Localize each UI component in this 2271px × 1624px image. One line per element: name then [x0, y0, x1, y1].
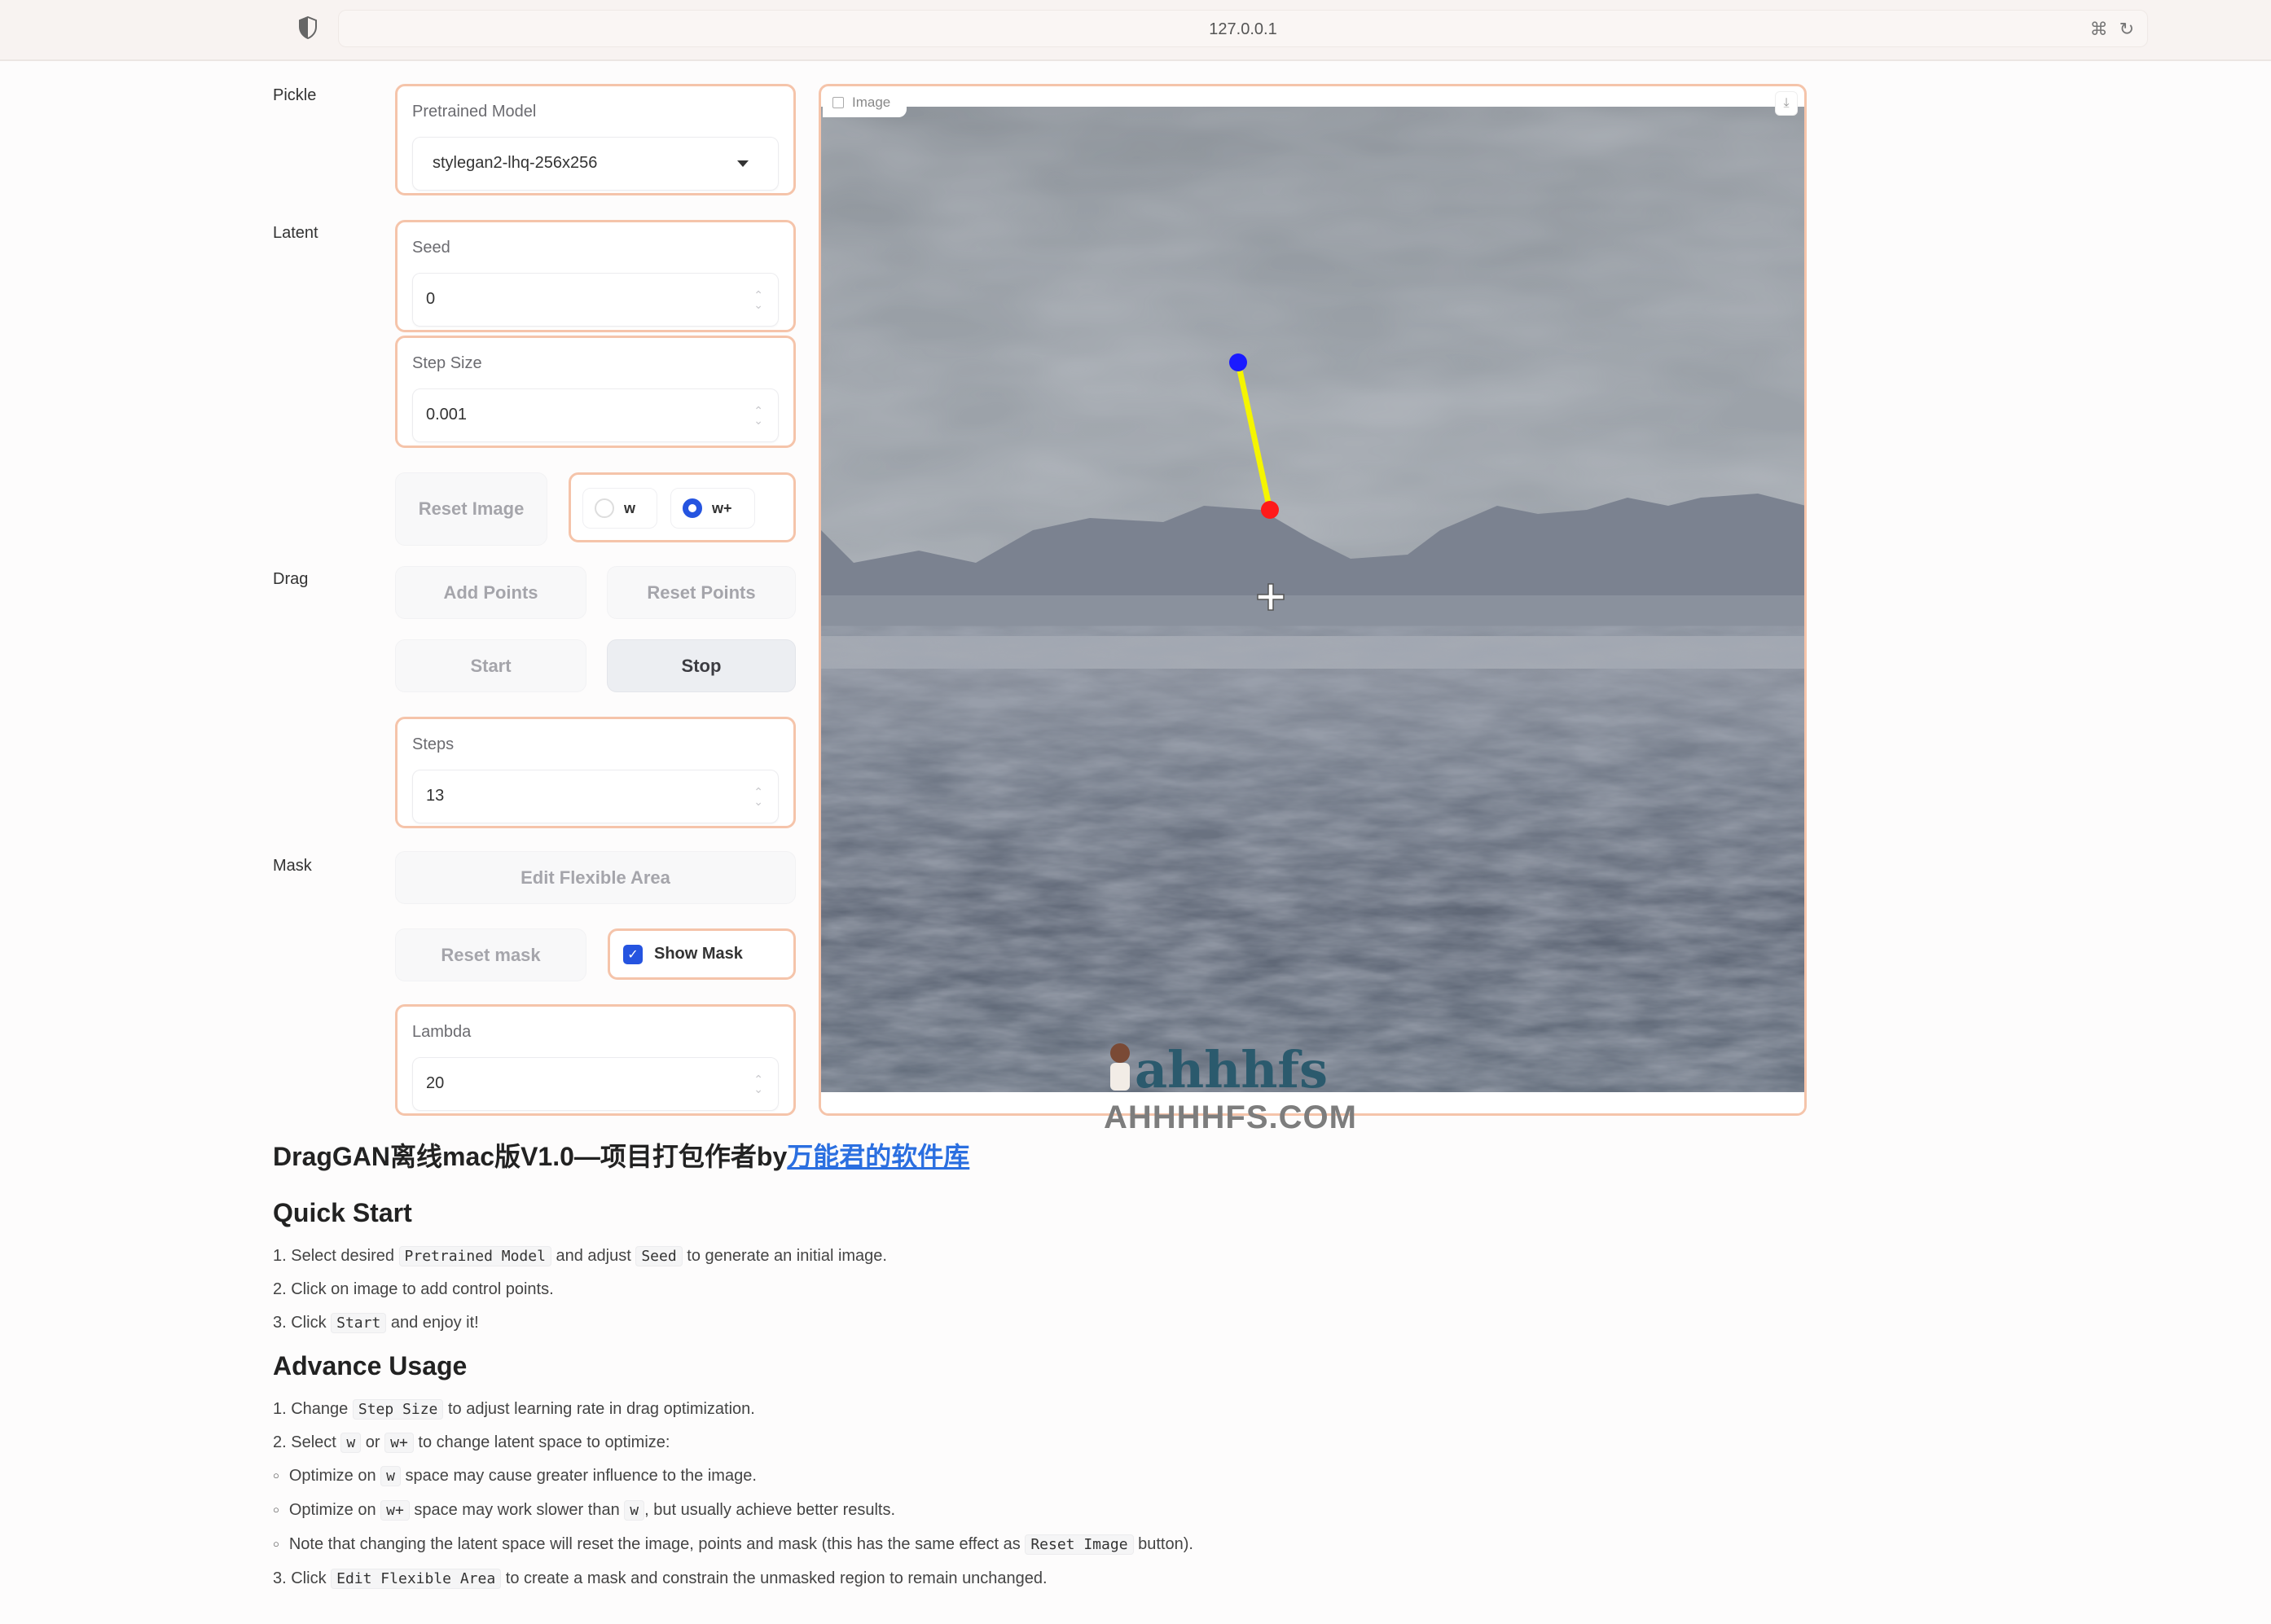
add-points-button[interactable]: Add Points: [395, 566, 586, 619]
radio-w-plus[interactable]: w+: [670, 488, 755, 529]
reload-icon[interactable]: ↻: [2119, 19, 2134, 40]
advance-usage-item: 3. Click Edit Flexible Area to create a …: [273, 1569, 1048, 1589]
radio-w[interactable]: w: [582, 488, 657, 529]
browser-toolbar: 127.0.0.1 ⌘ ↻: [0, 0, 2271, 61]
radio-circle-icon[interactable]: [595, 498, 614, 518]
radio-w-plus-label: w+: [712, 499, 732, 516]
address-bar[interactable]: 127.0.0.1 ⌘ ↻: [338, 10, 2148, 47]
edit-flexible-area-button[interactable]: Edit Flexible Area: [395, 851, 796, 904]
quick-start-item: 3. Click Start and enjoy it!: [273, 1313, 479, 1333]
docs-title-link[interactable]: 万能君的软件库: [787, 1142, 969, 1171]
seed-group: Seed 0 ⌃ ⌄: [395, 220, 796, 332]
step-size-label: Step Size: [412, 354, 482, 372]
ground-texture: [821, 669, 1804, 1095]
show-mask-label: Show Mask: [654, 945, 743, 963]
image-canvas[interactable]: ahhhfs: [821, 107, 1806, 1095]
drag-label: Drag: [273, 570, 309, 588]
image-label: Image: [852, 94, 891, 110]
watermark-logo: ahhhfs: [1110, 1040, 1328, 1095]
translate-icon[interactable]: ⌘: [2090, 19, 2108, 40]
spinner-icon[interactable]: ⌃ ⌄: [753, 1073, 763, 1095]
target-point[interactable]: [1261, 501, 1279, 519]
shield-icon[interactable]: [299, 16, 317, 39]
steps-value: 13: [426, 787, 445, 805]
seed-label: Seed: [412, 239, 450, 257]
reset-image-button[interactable]: Reset Image: [395, 472, 547, 546]
advance-usage-subitem: Optimize on w+ space may work slower tha…: [273, 1494, 1739, 1528]
image-label-tag: Image: [823, 88, 907, 117]
show-mask-checkbox[interactable]: ✓ Show Mask: [608, 928, 796, 980]
stop-button[interactable]: Stop: [607, 639, 796, 692]
reset-points-button[interactable]: Reset Points: [607, 566, 796, 619]
advance-usage-subitem: Note that changing the latent space will…: [273, 1528, 1739, 1562]
advance-usage-item: 1. Change Step Size to adjust learning r…: [273, 1399, 755, 1420]
pretrained-model-value: stylegan2-lhq-256x256: [433, 154, 598, 172]
advance-usage-subitem: Optimize on w space may cause greater in…: [273, 1459, 1739, 1494]
docs-title: DragGAN离线mac版V1.0—项目打包作者by万能君的软件库: [273, 1136, 1739, 1174]
url-text[interactable]: 127.0.0.1: [339, 20, 2147, 39]
pretrained-model-label: Pretrained Model: [412, 103, 537, 121]
lambda-group: Lambda 20 ⌃ ⌄: [395, 1004, 796, 1116]
latent-label: Latent: [273, 224, 318, 242]
image-panel: Image ⤓ ahhhfs: [819, 84, 1807, 1116]
pretrained-model-dropdown[interactable]: stylegan2-lhq-256x256: [412, 137, 779, 191]
step-size-value: 0.001: [426, 406, 468, 424]
documentation: DragGAN离线mac版V1.0—项目打包作者by万能君的软件库 Quick …: [273, 1136, 1739, 1595]
spinner-icon[interactable]: ⌃ ⌄: [753, 289, 763, 310]
steps-label: Steps: [412, 735, 455, 753]
docs-title-text: DragGAN离线mac版V1.0—项目打包作者by: [273, 1142, 788, 1171]
advance-usage-sublist: Optimize on w space may cause greater in…: [273, 1459, 1739, 1562]
pickle-label: Pickle: [273, 86, 317, 104]
spinner-icon[interactable]: ⌃ ⌄: [753, 405, 763, 426]
image-icon: [832, 97, 844, 108]
radio-selected-icon[interactable]: [683, 498, 702, 518]
spinner-icon[interactable]: ⌃ ⌄: [753, 786, 763, 807]
watermark-logo-text: ahhhfs: [1135, 1040, 1328, 1095]
step-size-group: Step Size 0.001 ⌃ ⌄: [395, 336, 796, 448]
quick-start-item: 2. Click on image to add control points.: [273, 1280, 554, 1298]
reset-mask-button[interactable]: Reset mask: [395, 928, 586, 981]
pretrained-model-group: Pretrained Model stylegan2-lhq-256x256: [395, 84, 796, 195]
advance-usage-item: 2. Select w or w+ to change latent space…: [273, 1433, 670, 1453]
steps-input[interactable]: 13 ⌃ ⌄: [412, 770, 779, 823]
checkmark-icon[interactable]: ✓: [623, 944, 643, 964]
download-icon[interactable]: ⤓: [1775, 91, 1798, 116]
lambda-value: 20: [426, 1074, 445, 1092]
step-size-input[interactable]: 0.001 ⌃ ⌄: [412, 388, 779, 442]
quick-start-item: 1. Select desired Pretrained Model and a…: [273, 1246, 887, 1266]
mask-label: Mask: [273, 857, 312, 875]
start-button[interactable]: Start: [395, 639, 586, 692]
quick-start-list: 1. Select desired Pretrained Model and a…: [273, 1240, 1739, 1340]
clouds: [821, 107, 1804, 563]
watermark-text: AHHHHFS.COM: [1104, 1099, 1357, 1135]
chevron-down-icon[interactable]: [737, 160, 749, 167]
seed-value: 0: [426, 290, 436, 308]
handle-point[interactable]: [1229, 353, 1247, 371]
quick-start-heading: Quick Start: [273, 1198, 412, 1227]
latent-space-radio-group: w w+: [569, 472, 796, 542]
advance-usage-heading: Advance Usage: [273, 1351, 468, 1380]
steps-group: Steps 13 ⌃ ⌄: [395, 717, 796, 828]
seed-input[interactable]: 0 ⌃ ⌄: [412, 273, 779, 327]
radio-w-label: w: [624, 499, 636, 516]
lambda-label: Lambda: [412, 1023, 472, 1041]
advance-usage-list: 1. Change Step Size to adjust learning r…: [273, 1393, 1739, 1595]
lambda-input[interactable]: 20 ⌃ ⌄: [412, 1057, 779, 1111]
